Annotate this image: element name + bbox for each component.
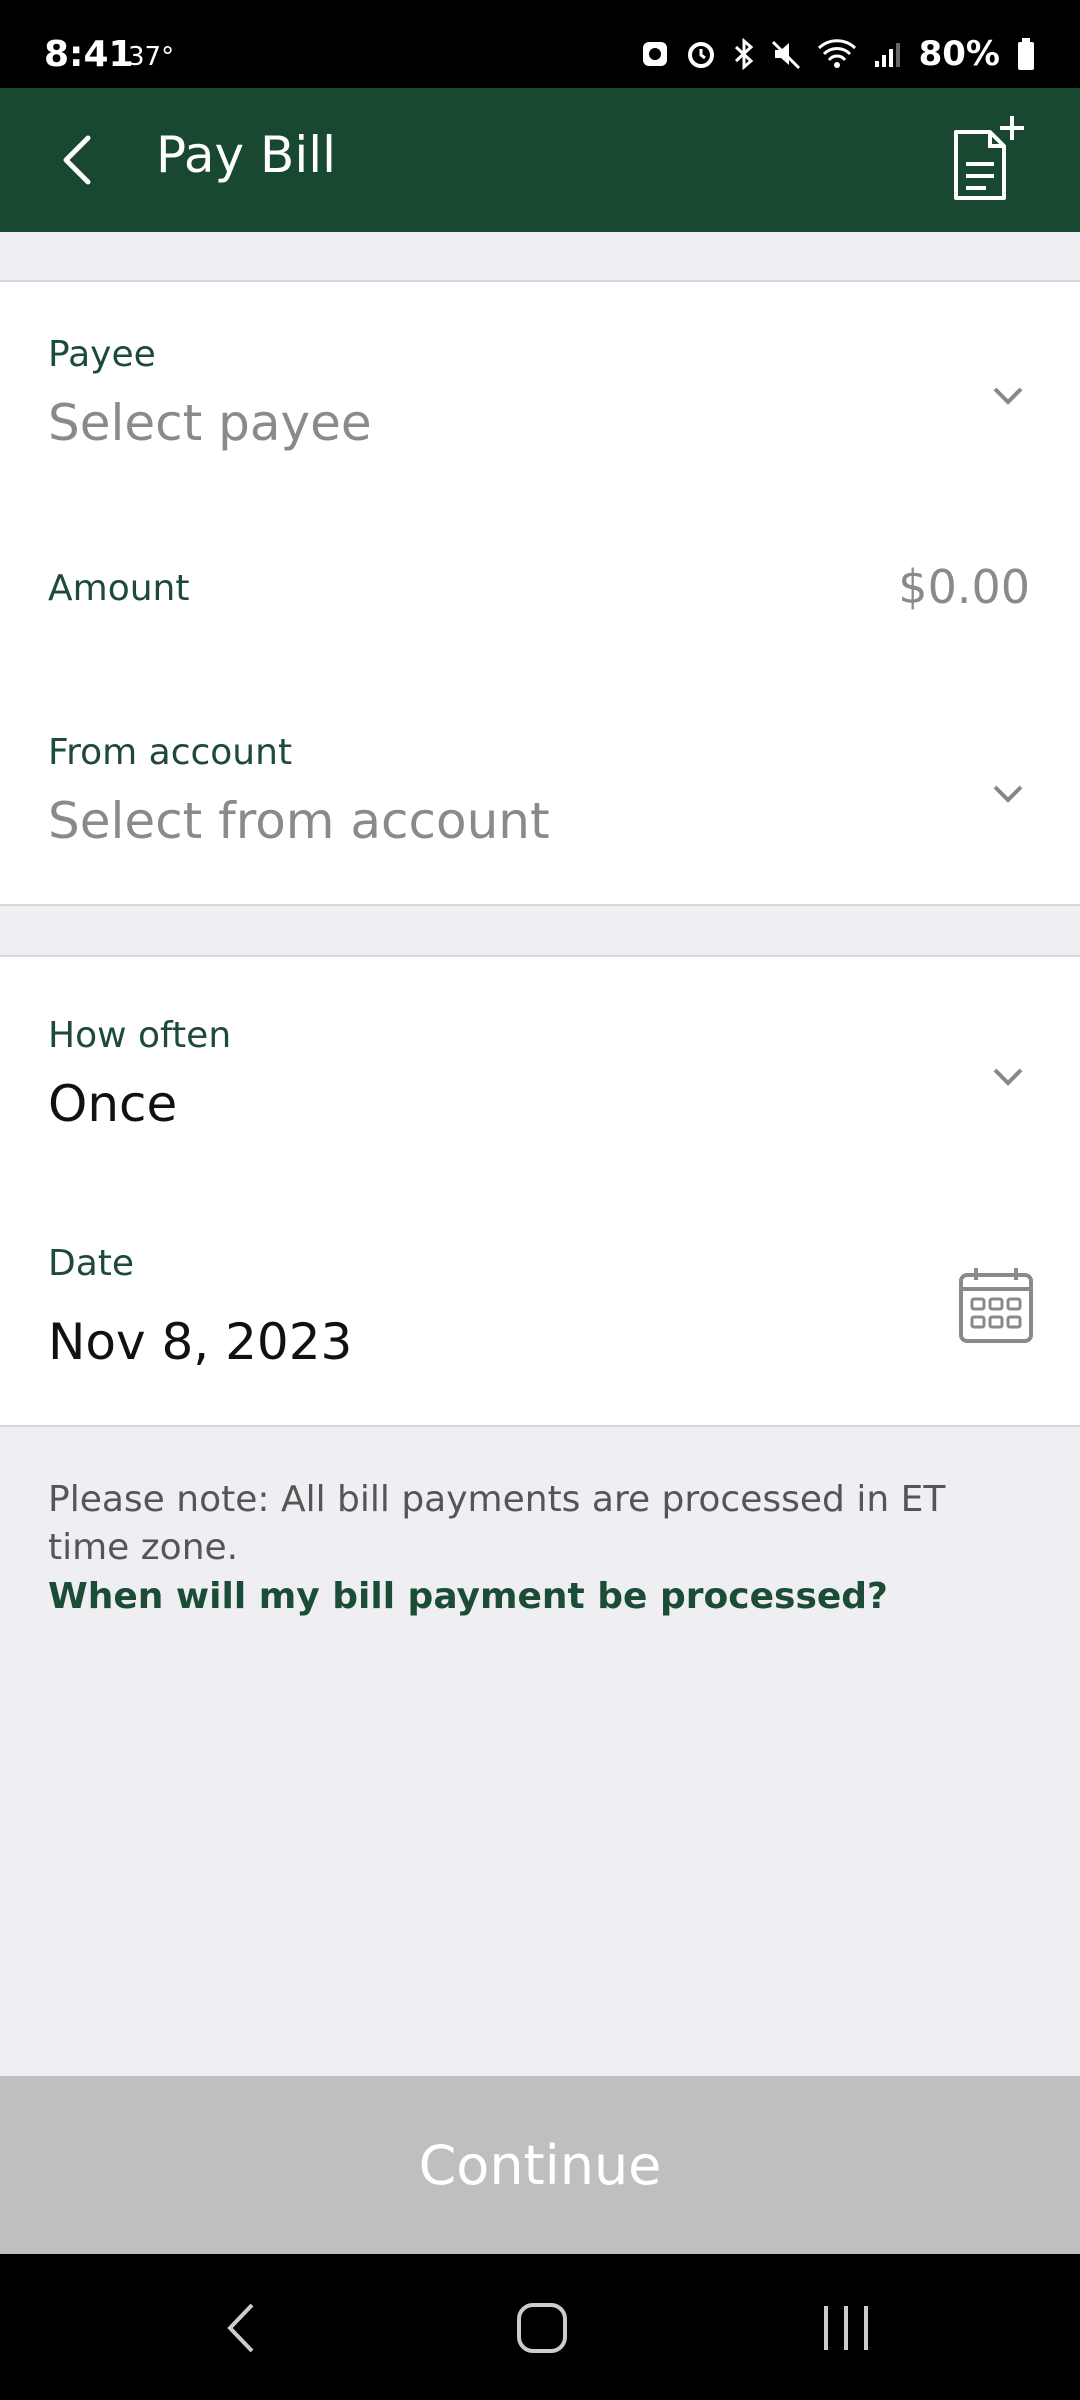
system-nav-bar	[0, 2254, 1080, 2400]
nav-back-icon[interactable]	[226, 2302, 256, 2354]
battery-icon	[1018, 38, 1034, 70]
chevron-down-icon	[993, 785, 1023, 803]
continue-button[interactable]: Continue	[0, 2076, 1080, 2254]
wifi-icon	[817, 39, 856, 68]
calendar-icon[interactable]	[958, 1265, 1034, 1345]
chevron-down-icon	[993, 1068, 1023, 1086]
how-often-value: Once	[48, 1075, 178, 1133]
processing-note: Please note: All bill payments are proce…	[48, 1479, 946, 1568]
chevron-down-icon	[993, 387, 1023, 405]
mute-icon	[771, 40, 800, 70]
add-bill-icon[interactable]	[946, 112, 1032, 204]
nav-recents-icon[interactable]	[820, 2302, 872, 2354]
processing-info-link[interactable]: When will my bill payment be processed?	[48, 1576, 888, 1617]
nav-home-icon[interactable]	[516, 2302, 568, 2354]
bluetooth-icon	[734, 38, 753, 70]
from-account-value: Select from account	[48, 792, 550, 850]
back-arrow-icon[interactable]	[58, 132, 98, 188]
amount-field[interactable]: Amount $0.00	[0, 502, 1080, 676]
amount-label: Amount	[48, 568, 190, 609]
alarm-icon	[687, 42, 714, 68]
date-value: Nov 8, 2023	[48, 1313, 353, 1371]
date-field[interactable]: Date Nov 8, 2023	[0, 1185, 1080, 1427]
app-bar: Pay Bill	[0, 88, 1080, 232]
page-title: Pay Bill	[156, 126, 337, 184]
payee-value: Select payee	[48, 394, 372, 452]
status-time: 8:41	[44, 34, 134, 75]
notification-icon	[642, 42, 667, 66]
status-icons: 80%	[641, 34, 1036, 74]
from-account-field[interactable]: From account Select from account	[0, 674, 1080, 906]
payee-field[interactable]: Payee Select payee	[0, 280, 1080, 504]
payee-label: Payee	[48, 334, 156, 375]
status-bar: 8:41 37° 80%	[0, 0, 1080, 88]
how-often-field[interactable]: How often Once	[0, 955, 1080, 1187]
how-often-label: How often	[48, 1015, 232, 1056]
battery-percent: 80%	[918, 34, 1000, 74]
amount-value[interactable]: $0.00	[898, 560, 1030, 614]
date-label: Date	[48, 1243, 135, 1284]
status-temperature: 37°	[128, 42, 175, 72]
from-account-label: From account	[48, 732, 293, 773]
signal-icon	[874, 43, 900, 67]
